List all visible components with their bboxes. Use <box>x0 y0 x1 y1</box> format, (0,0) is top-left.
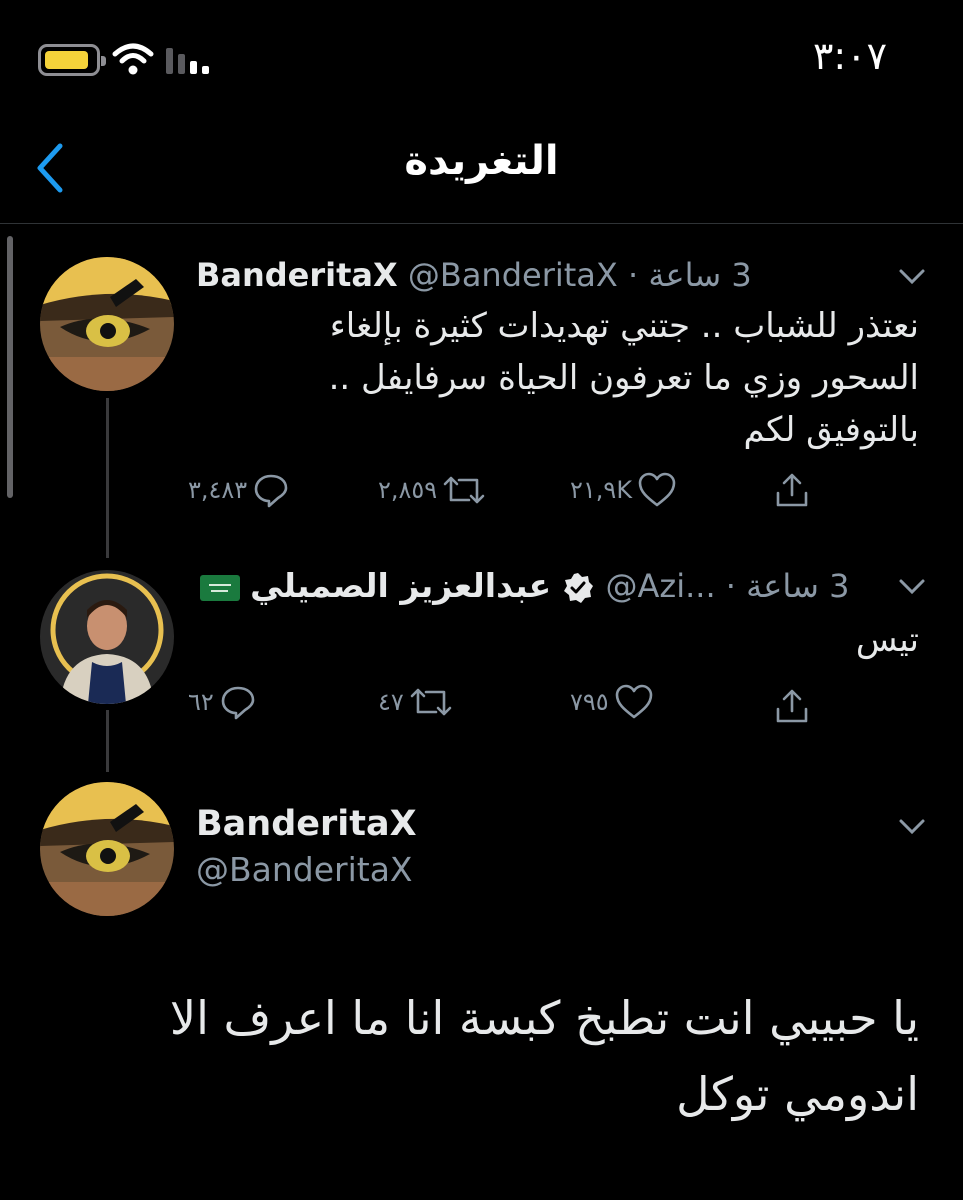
avatar-banderitax[interactable] <box>40 257 174 391</box>
heart-icon <box>638 472 676 507</box>
author-name[interactable]: BanderitaX <box>196 256 398 294</box>
reply-icon <box>254 474 288 508</box>
separator: · <box>725 567 736 605</box>
avatar-user[interactable] <box>40 570 174 704</box>
author-name[interactable]: BanderitaX <box>196 804 417 844</box>
avatar-banderitax[interactable] <box>40 782 174 916</box>
share-button[interactable] <box>772 468 812 512</box>
reply-icon <box>221 686 255 720</box>
chevron-down-icon[interactable] <box>898 818 926 836</box>
reply-button[interactable]: ٦٢ <box>188 680 258 724</box>
tweet-time: 3 ساعة <box>746 567 850 605</box>
scroll-indicator[interactable] <box>7 236 13 498</box>
thread-line <box>106 710 109 772</box>
status-bar: ٣:٠٧ <box>0 0 963 110</box>
reply-button[interactable]: ٣,٤٨٣ <box>188 468 291 512</box>
separator: · <box>628 256 639 294</box>
header: التغريدة <box>0 110 963 224</box>
retweet-count: ٤٧ <box>378 688 404 716</box>
like-button[interactable]: ٢١,٩K <box>570 468 678 512</box>
saudi-flag-icon <box>200 575 240 601</box>
reply-count: ٦٢ <box>188 688 214 716</box>
tweet-time: 3 ساعة <box>648 256 752 294</box>
thread-line <box>106 398 109 558</box>
author-name[interactable]: عبدالعزيز الصميلي <box>250 566 551 605</box>
retweet-button[interactable]: ٤٧ <box>378 680 454 724</box>
main-tweet-text: يا حبيبي انت تطبخ كبسة انا ما اعرف الا ا… <box>169 991 919 1121</box>
page-title: التغريدة <box>404 138 559 184</box>
battery-icon <box>38 44 106 76</box>
tweet-header: BanderitaX @BanderitaX · 3 ساعة <box>196 256 752 300</box>
retweet-button[interactable]: ٢,٨٥٩ <box>378 468 487 512</box>
clock: ٣:٠٧ <box>812 34 887 78</box>
retweet-count: ٢,٨٥٩ <box>378 476 438 504</box>
like-count: ٢١,٩K <box>570 476 633 504</box>
share-icon <box>776 473 808 507</box>
share-button[interactable] <box>772 684 812 728</box>
chevron-down-icon[interactable] <box>898 268 926 286</box>
author-handle[interactable]: @Azi... <box>606 567 716 605</box>
reply-count: ٣,٤٨٣ <box>188 476 248 504</box>
battery-level <box>45 51 88 69</box>
chevron-down-icon[interactable] <box>898 578 926 596</box>
like-button[interactable]: ٧٩٥ <box>570 680 655 724</box>
tweet-header: عبدالعزيز الصميلي @Azi... · 3 ساعة <box>196 566 849 610</box>
wifi-icon <box>112 43 154 75</box>
like-count: ٧٩٥ <box>570 688 609 716</box>
author-handle[interactable]: @BanderitaX <box>196 850 413 889</box>
retweet-icon <box>410 688 452 716</box>
tweet-text: نعتذر للشباب .. جتني تهديدات كثيرة بإلغا… <box>328 306 919 450</box>
share-icon <box>776 689 808 723</box>
signal-icon <box>166 48 209 74</box>
retweet-icon <box>443 476 485 504</box>
heart-icon <box>615 684 652 719</box>
tweet-text: تيس <box>855 620 919 660</box>
author-handle[interactable]: @BanderitaX <box>408 256 618 294</box>
verified-badge-icon <box>564 573 594 603</box>
